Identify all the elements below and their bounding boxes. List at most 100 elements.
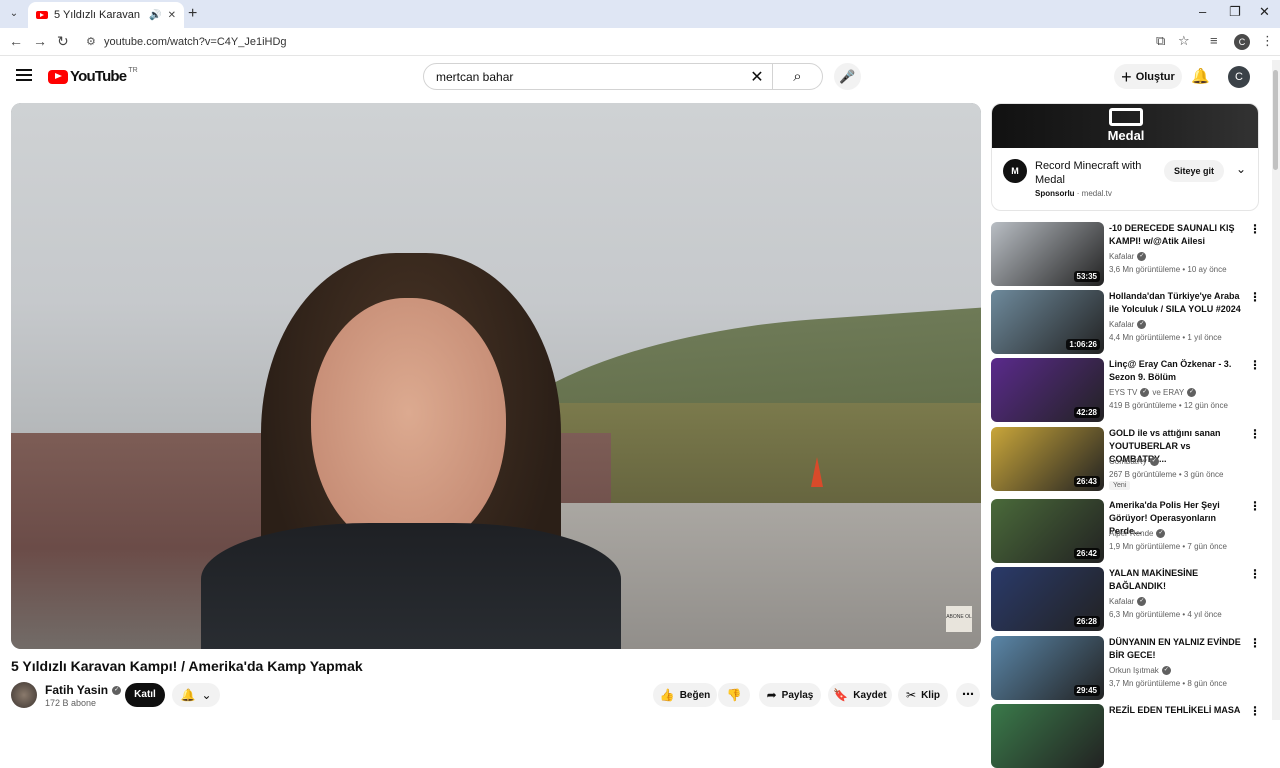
like-button[interactable]: 👍 Beğen: [653, 683, 717, 707]
save-button[interactable]: 🔖 Kaydet: [828, 683, 892, 707]
reload-icon[interactable]: ↻: [57, 33, 69, 50]
recommendation-item[interactable]: 26:28 YALAN MAKİNESİNE BAĞLANDIK! Kafalar ✓…: [991, 567, 1271, 631]
video-thumbnail[interactable]: 26:43: [991, 427, 1104, 491]
scissors-icon: ✂: [906, 688, 917, 702]
visit-site-button[interactable]: Siteye git: [1164, 160, 1224, 182]
close-window-icon[interactable]: ✕: [1259, 4, 1270, 20]
duration-badge: 26:28: [1073, 616, 1100, 627]
more-options-icon[interactable]: ⋮: [1249, 290, 1261, 304]
video-title: 5 Yıldızlı Karavan Kampı! / Amerika'da K…: [11, 658, 363, 674]
recommendation-channel[interactable]: Kafalar ✓: [1109, 320, 1147, 329]
duration-badge: 26:43: [1073, 476, 1100, 487]
media-control-icon[interactable]: ≡: [1210, 33, 1218, 48]
recommendation-channel[interactable]: CombatRy ✓: [1109, 457, 1159, 466]
video-thumbnail[interactable]: 26:28: [991, 567, 1104, 631]
recommendation-item[interactable]: 53:35 -10 DERECEDE SAUNALI KIŞ KAMPI! w/@…: [991, 222, 1271, 286]
subscription-bell-button[interactable]: 🔔 ⌄: [172, 683, 220, 707]
more-options-icon[interactable]: ⋮: [1249, 567, 1261, 581]
view-count: 267 B görüntüleme: [1109, 470, 1177, 479]
restore-icon[interactable]: ❐: [1229, 4, 1241, 20]
verified-check-icon: ✓: [1137, 320, 1147, 329]
browser-tab[interactable]: 5 Yıldızlı Karavan Kampı! / A 🔊 ✕: [28, 2, 184, 28]
recommendation-item[interactable]: 26:43 GOLD ile vs attığını sanan YOUTUBER…: [991, 427, 1271, 491]
recommendation-item[interactable]: 29:45 DÜNYANIN EN YALNIZ EVİNDE BİR GECE!…: [991, 636, 1271, 700]
sponsored-label: Sponsorlu: [1035, 189, 1075, 198]
back-icon[interactable]: ←: [9, 33, 23, 49]
recommendation-item[interactable]: 1:06:26 Hollanda'dan Türkiye'ye Araba ile…: [991, 290, 1271, 354]
recommendation-title[interactable]: Linç@ Eray Can Özkenar - 3. Sezon 9. Böl…: [1109, 358, 1246, 384]
join-button[interactable]: Katıl: [125, 683, 165, 707]
more-options-icon[interactable]: ⋮: [1249, 499, 1261, 513]
scrollbar-thumb[interactable]: [1273, 70, 1278, 170]
channel-name[interactable]: Fatih Yasin ✓: [45, 683, 122, 697]
video-thumbnail[interactable]: [991, 704, 1104, 768]
account-avatar[interactable]: C: [1228, 66, 1250, 88]
verified-check-icon: ✓: [1137, 597, 1147, 606]
minimize-icon[interactable]: –: [1199, 4, 1206, 19]
more-options-icon[interactable]: ⋮: [1249, 358, 1261, 372]
recommendation-title[interactable]: Hollanda'dan Türkiye'ye Araba ile Yolcul…: [1109, 290, 1246, 316]
subscribe-watermark[interactable]: ABONE OL: [946, 606, 972, 632]
recommendation-channel[interactable]: EYS TV ✓ ve ERAY ✓: [1109, 388, 1197, 397]
like-label: Beğen: [679, 689, 711, 701]
voice-search-icon[interactable]: 🎤: [834, 63, 861, 90]
tab-title: 5 Yıldızlı Karavan Kampı! / A: [54, 9, 143, 21]
create-button[interactable]: + Oluştur: [1114, 64, 1182, 89]
recommendation-item[interactable]: 42:28 Linç@ Eray Can Özkenar - 3. Sezon 9…: [991, 358, 1271, 422]
browser-menu-icon[interactable]: ⋮: [1261, 33, 1274, 49]
recommendation-title[interactable]: -10 DERECEDE SAUNALI KIŞ KAMPI! w/@Atik …: [1109, 222, 1246, 248]
upload-age: 12 gün önce: [1183, 401, 1228, 410]
country-code: TR: [128, 67, 138, 74]
install-app-icon[interactable]: ⧉: [1156, 33, 1165, 49]
channel-avatar[interactable]: [11, 682, 37, 708]
page-scrollbar[interactable]: [1272, 60, 1280, 720]
video-thumbnail[interactable]: 26:42: [991, 499, 1104, 563]
bookmark-star-icon[interactable]: ☆: [1178, 33, 1190, 49]
new-tab-icon[interactable]: +: [188, 5, 197, 23]
ad-banner[interactable]: Medal: [992, 104, 1258, 148]
recommendation-title[interactable]: YALAN MAKİNESİNE BAĞLANDIK!: [1109, 567, 1246, 593]
address-bar[interactable]: ⚙ youtube.com/watch?v=C4Y_Je1iHDg: [80, 30, 1200, 54]
notifications-bell-icon[interactable]: 🔔: [1191, 67, 1210, 85]
more-options-icon[interactable]: ⋮: [1249, 427, 1261, 441]
recommendation-meta: 3,7 Mn görüntüleme • 8 gün önce: [1109, 679, 1227, 688]
recommendation-title[interactable]: REZİL EDEN TEHLİKELİ MASA: [1109, 704, 1246, 717]
video-thumbnail[interactable]: 53:35: [991, 222, 1104, 286]
more-options-icon[interactable]: ⋮: [1249, 704, 1261, 718]
forward-icon[interactable]: →: [33, 33, 47, 49]
dislike-button[interactable]: 👎: [718, 683, 750, 707]
recommendation-item[interactable]: REZİL EDEN TEHLİKELİ MASA ⋮: [991, 704, 1271, 768]
guide-menu-icon[interactable]: [16, 69, 32, 81]
close-tab-icon[interactable]: ✕: [168, 10, 176, 21]
recommendation-channel[interactable]: Kafalar ✓: [1109, 252, 1147, 261]
recommendation-channel[interactable]: Kafalar ✓: [1109, 597, 1147, 606]
more-options-icon[interactable]: ⋮: [1249, 222, 1261, 236]
chevron-down-icon[interactable]: ⌄: [1236, 162, 1246, 176]
clip-button[interactable]: ✂ Klip: [898, 683, 948, 707]
recommendation-meta: 4,4 Mn görüntüleme • 1 yıl önce: [1109, 333, 1222, 342]
recommendation-title[interactable]: DÜNYANIN EN YALNIZ EVİNDE BİR GECE!: [1109, 636, 1246, 662]
new-badge: Yeni: [1109, 481, 1131, 490]
video-thumbnail[interactable]: 29:45: [991, 636, 1104, 700]
video-thumbnail[interactable]: 42:28: [991, 358, 1104, 422]
clear-search-icon[interactable]: ✕: [742, 67, 772, 87]
sponsored-ad-card[interactable]: Medal M Record Minecraft with Medal Spon…: [991, 103, 1259, 211]
video-thumbnail[interactable]: 1:06:26: [991, 290, 1104, 354]
profile-avatar[interactable]: C: [1234, 34, 1250, 50]
share-button[interactable]: ➦ Paylaş: [759, 683, 821, 707]
youtube-logo[interactable]: YouTube TR: [48, 67, 138, 85]
tab-search-icon[interactable]: ⌄: [6, 6, 22, 22]
more-actions-icon[interactable]: ⋯: [956, 683, 980, 707]
search-input[interactable]: mertcan bahar: [424, 70, 742, 84]
search-icon[interactable]: ⌕: [772, 64, 822, 89]
speaker-icon[interactable]: 🔊: [149, 10, 161, 21]
recommendation-item[interactable]: 26:42 Amerika'da Polis Her Şeyi Görüyor! …: [991, 499, 1271, 563]
more-options-icon[interactable]: ⋮: [1249, 636, 1261, 650]
save-label: Kaydet: [853, 689, 887, 701]
video-player[interactable]: ABONE OL: [11, 103, 981, 649]
recommendation-channel[interactable]: Alper Rende ✓: [1109, 529, 1166, 538]
recommendation-channel[interactable]: Orkun Işıtmak ✓: [1109, 666, 1171, 675]
duration-badge: 29:45: [1073, 685, 1100, 696]
site-info-icon[interactable]: ⚙: [86, 35, 96, 48]
ad-title[interactable]: Record Minecraft with Medal: [1035, 159, 1155, 187]
